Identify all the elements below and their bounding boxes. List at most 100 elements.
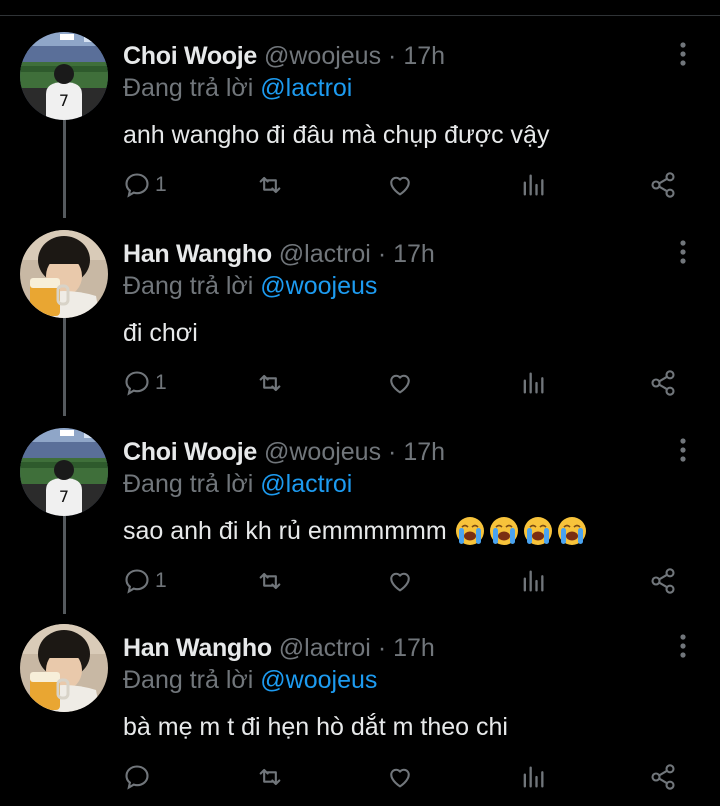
tweet-actions: 1 — [123, 168, 693, 202]
tweet-text-content: sao anh đi kh rủ emmmmmm — [123, 517, 447, 545]
views-icon — [523, 570, 544, 592]
reply-mention-link[interactable]: @lactroi — [260, 470, 352, 498]
avatar[interactable] — [20, 428, 108, 516]
separator: · — [377, 240, 387, 268]
views-button[interactable] — [519, 168, 547, 202]
views-button[interactable] — [519, 760, 547, 794]
share-button[interactable] — [649, 564, 677, 598]
loudly-crying-face-icon — [488, 516, 519, 546]
tweet-header: Choi Wooje @woojeus · 17h — [123, 436, 445, 468]
tweet-text-content: bà mẹ m t đi hẹn hò dắt m theo chi — [123, 713, 508, 741]
share-icon — [651, 764, 675, 790]
tweet-text: đi chơi — [123, 316, 198, 350]
avatar[interactable] — [20, 230, 108, 318]
tweet-text-content: đi chơi — [123, 319, 198, 347]
tweet[interactable]: Choi Wooje @woojeus · 17h Đang trả lời @… — [0, 412, 720, 610]
loudly-crying-face-icon — [454, 516, 485, 546]
separator: · — [388, 42, 397, 70]
share-icon — [651, 568, 675, 594]
tweet[interactable]: Han Wangho @lactroi · 17h Đang trả lời @… — [0, 214, 720, 412]
more-options-icon[interactable] — [672, 40, 694, 70]
reply-prefix: Đang trả lời — [123, 272, 254, 300]
tweet-header: Han Wangho @lactroi · 17h — [123, 632, 435, 664]
beer-glass-portrait-avatar-icon — [20, 624, 108, 712]
tweet-header: Han Wangho @lactroi · 17h — [123, 238, 435, 270]
separator: · — [388, 438, 397, 466]
share-icon — [651, 172, 675, 198]
retweet-button[interactable] — [256, 760, 284, 794]
reply-icon — [125, 765, 149, 790]
avatar[interactable] — [20, 624, 108, 712]
reply-button[interactable]: 1 — [123, 366, 167, 400]
reply-button[interactable]: 1 — [123, 168, 167, 202]
share-button[interactable] — [649, 168, 677, 202]
more-options-icon[interactable] — [672, 632, 694, 662]
tweet-actions — [123, 760, 693, 794]
avatar[interactable] — [20, 32, 108, 120]
like-button[interactable] — [386, 366, 414, 400]
reply-button[interactable] — [123, 760, 155, 794]
views-icon — [523, 372, 544, 394]
like-icon — [390, 374, 410, 394]
like-button[interactable] — [386, 168, 414, 202]
share-button[interactable] — [649, 366, 677, 400]
like-icon — [390, 768, 410, 788]
display-name[interactable]: Han Wangho — [123, 634, 272, 662]
like-button[interactable] — [386, 564, 414, 598]
tweet-text: bà mẹ m t đi hẹn hò dắt m theo chi — [123, 710, 508, 744]
like-icon — [390, 176, 410, 196]
display-name[interactable]: Choi Wooje — [123, 42, 257, 70]
stadium-photo-avatar-icon — [20, 428, 108, 516]
retweet-button[interactable] — [256, 168, 284, 202]
timestamp[interactable]: 17h — [403, 42, 445, 70]
share-icon — [651, 370, 675, 396]
user-handle[interactable]: @lactroi — [279, 634, 371, 662]
timestamp[interactable]: 17h — [403, 438, 445, 466]
reply-count: 1 — [155, 371, 167, 394]
retweet-button[interactable] — [256, 366, 284, 400]
reply-context: Đang trả lời @woojeus — [123, 664, 377, 696]
views-icon — [523, 766, 544, 788]
reply-count: 1 — [155, 569, 167, 592]
display-name[interactable]: Han Wangho — [123, 240, 272, 268]
views-button[interactable] — [519, 366, 547, 400]
reply-prefix: Đang trả lời — [123, 666, 254, 694]
like-button[interactable] — [386, 760, 414, 794]
user-handle[interactable]: @woojeus — [264, 42, 381, 70]
reply-button[interactable]: 1 — [123, 564, 167, 598]
timestamp[interactable]: 17h — [393, 634, 435, 662]
views-button[interactable] — [519, 564, 547, 598]
display-name[interactable]: Choi Wooje — [123, 438, 257, 466]
reply-count: 1 — [155, 173, 167, 196]
tweet-text: sao anh đi kh rủ emmmmmm — [123, 514, 587, 548]
timestamp[interactable]: 17h — [393, 240, 435, 268]
reply-icon — [125, 371, 149, 396]
loudly-crying-face-icon — [556, 516, 587, 546]
retweet-icon — [259, 768, 281, 786]
retweet-button[interactable] — [256, 564, 284, 598]
tweet-text: anh wangho đi đâu mà chụp được vậy — [123, 118, 549, 152]
reply-mention-link[interactable]: @lactroi — [260, 74, 352, 102]
tweet-actions: 1 — [123, 564, 693, 598]
retweet-icon — [259, 374, 281, 392]
tweet-header: Choi Wooje @woojeus · 17h — [123, 40, 445, 72]
views-icon — [523, 174, 544, 196]
reply-context: Đang trả lời @lactroi — [123, 72, 352, 104]
reply-mention-link[interactable]: @woojeus — [260, 272, 377, 300]
tweet-actions: 1 — [123, 366, 693, 400]
tweet-text-content: anh wangho đi đâu mà chụp được vậy — [123, 121, 550, 149]
more-options-icon[interactable] — [672, 436, 694, 466]
reply-icon — [125, 173, 149, 198]
reply-mention-link[interactable]: @woojeus — [260, 666, 377, 694]
separator: · — [377, 634, 387, 662]
loudly-crying-face-icon — [522, 516, 553, 546]
share-button[interactable] — [649, 760, 677, 794]
tweet[interactable]: Han Wangho @lactroi · 17h Đang trả lời @… — [0, 608, 720, 806]
reply-prefix: Đang trả lời — [123, 74, 254, 102]
more-options-icon[interactable] — [672, 238, 694, 268]
like-icon — [390, 572, 410, 592]
tweet[interactable]: Choi Wooje @woojeus · 17h Đang trả lời @… — [0, 16, 720, 214]
reply-context: Đang trả lời @lactroi — [123, 468, 352, 500]
user-handle[interactable]: @lactroi — [279, 240, 371, 268]
user-handle[interactable]: @woojeus — [264, 438, 381, 466]
